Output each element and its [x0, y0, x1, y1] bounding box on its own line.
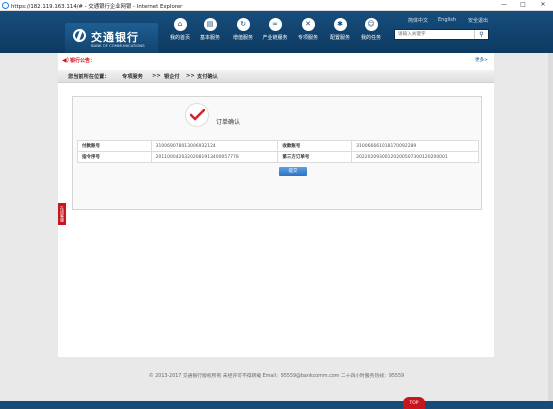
footer-text: © 2013-2017 交通银行版权所有 未经许可不得转载 Email：9555… [148, 374, 405, 379]
instruction-no-label: 指令序号 [77, 151, 152, 163]
site-header: 交通银行 BANK OF COMMUNICATIONS ⌂ 我的首页 ▤ 基本服… [0, 11, 553, 61]
breadcrumb-sep1: >> [152, 73, 161, 79]
payer-account-label: 付款账号 [77, 140, 152, 152]
nav-label: 配置服务 [329, 35, 350, 41]
order-confirm-panel: 订单确认 付款账号 310069078013006932124 收款账号 310… [72, 96, 482, 210]
logout-link[interactable]: 安全退出 [468, 17, 488, 24]
checkmark-icon [185, 103, 209, 127]
nav-industry-chain-service[interactable]: ∞ 产业链服务 [260, 18, 290, 41]
instruction-no-value: 20110004203202081913400057778 [150, 151, 279, 163]
nav-config-service[interactable]: ✱ 配置服务 [325, 18, 355, 41]
bottom-bar [0, 401, 553, 409]
submit-button[interactable]: 提交 [279, 167, 307, 176]
breadcrumb-level2[interactable]: 银企付 [164, 73, 180, 80]
gear-icon: ✱ [333, 18, 347, 31]
user-icon: ☺ [364, 18, 378, 31]
notice-label: 银行公告： [70, 58, 96, 64]
search-input[interactable] [395, 30, 473, 39]
nav-label: 增值服务 [232, 35, 253, 41]
nav-home[interactable]: ⌂ 我的首页 [165, 18, 195, 41]
main-content: 您当前所在位置： 专项服务 >> 银企付 >> 支付确认 订单确认 付款账号 3… [58, 67, 494, 357]
page-scrollbar[interactable] [548, 53, 553, 401]
nav-label: 我的首页 [169, 35, 190, 41]
more-link[interactable]: 更多> [475, 57, 488, 63]
speaker-icon: ◀) [62, 57, 69, 64]
bank-name-en: BANK OF COMMUNICATIONS [91, 43, 145, 48]
home-icon: ⌂ [173, 18, 187, 31]
payer-account-value: 310069078013006932124 [150, 140, 279, 152]
close-button[interactable]: ✕ [536, 0, 550, 10]
breadcrumb-prefix: 您当前所在位置： [68, 74, 110, 80]
cycle-icon: ↻ [236, 18, 250, 31]
nav-value-added-service[interactable]: ↻ 增值服务 [228, 18, 258, 41]
nav-label: 基本服务 [199, 35, 220, 41]
back-to-top-button[interactable]: TOP [403, 397, 425, 409]
payee-account-value: 310066661018170092289 [351, 140, 479, 152]
breadcrumb-level3: 支付确认 [197, 74, 218, 80]
third-party-order-label: 第三方订单号 [277, 151, 353, 163]
nav-label: 我的任务 [360, 35, 381, 41]
minimize-button[interactable]: — [497, 0, 511, 10]
maximize-button[interactable]: □ [516, 0, 530, 10]
document-icon: ▤ [203, 18, 217, 31]
search-icon[interactable]: ⚲ [474, 30, 488, 39]
order-confirm-title: 订单确认 [216, 119, 241, 126]
nav-special-service[interactable]: ✕ 专项服务 [293, 18, 323, 41]
lang-cn-link[interactable]: 简体中文 [408, 17, 428, 24]
nav-my-tasks[interactable]: ☺ 我的任务 [356, 18, 386, 41]
nav-label: 专项服务 [297, 35, 318, 41]
online-service-tab[interactable]: 在线客服 [58, 203, 66, 225]
link-icon: ∞ [268, 18, 282, 31]
third-party-order-value: 20220209300120200507300120200001 [351, 151, 479, 163]
notice-bar: ◀) 银行公告： 更多> [58, 53, 494, 67]
bank-logo-icon [73, 29, 86, 42]
lang-en-link[interactable]: English [438, 17, 456, 23]
nav-basic-service[interactable]: ▤ 基本服务 [195, 18, 225, 41]
table-row: 指令序号 20110004203202081913400057778 第三方订单… [77, 151, 479, 163]
table-row: 付款账号 310069078013006932124 收款账号 31006666… [77, 140, 479, 152]
nav-label: 产业链服务 [262, 35, 288, 41]
breadcrumb-level1[interactable]: 专项服务 [122, 73, 143, 80]
window-title: https://182.119.163.114/# - 交通银行企业网银 - I… [11, 4, 183, 10]
breadcrumb: 您当前所在位置： 专项服务 >> 银企付 >> 支付确认 [58, 70, 494, 83]
order-info-table: 付款账号 310069078013006932124 收款账号 31006666… [77, 140, 479, 163]
tools-icon: ✕ [301, 18, 315, 31]
ie-logo-icon [2, 2, 9, 9]
search-box: ⚲ [394, 29, 489, 40]
payee-account-label: 收款账号 [277, 140, 353, 152]
breadcrumb-sep2: >> [186, 73, 195, 79]
window-titlebar: https://182.119.163.114/# - 交通银行企业网银 - I… [0, 0, 553, 11]
